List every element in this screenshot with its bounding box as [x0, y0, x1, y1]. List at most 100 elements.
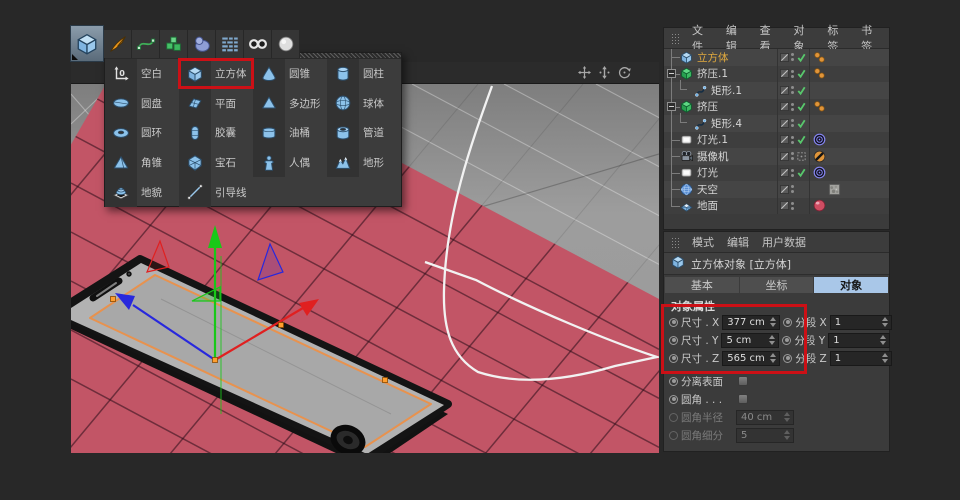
tag-cell[interactable] — [810, 51, 889, 64]
tag-cell[interactable] — [810, 150, 889, 163]
tag-cell[interactable] — [810, 100, 889, 113]
visibility-dots[interactable] — [791, 70, 794, 78]
menu-item-gem[interactable]: 宝石 — [179, 148, 253, 178]
toolbar-metaball-button[interactable] — [188, 30, 216, 58]
object-name[interactable]: 挤压 — [697, 99, 718, 114]
animation-dot[interactable] — [669, 413, 678, 422]
toolbar-simulate-button[interactable] — [272, 30, 300, 58]
visibility-toggles[interactable] — [777, 66, 810, 83]
light-icon[interactable] — [680, 133, 693, 146]
visibility-dots[interactable] — [791, 185, 794, 193]
menu-item-polygon[interactable]: 多边形 — [253, 89, 327, 119]
spline-icon[interactable] — [694, 117, 707, 130]
menu-item-guide[interactable]: 引导线 — [179, 177, 253, 207]
enabled-check-icon[interactable] — [796, 167, 807, 178]
visibility-dots[interactable] — [791, 202, 794, 210]
extrude-icon[interactable] — [680, 67, 693, 80]
object-name[interactable]: 地面 — [697, 198, 718, 213]
extrude-icon[interactable] — [680, 100, 693, 113]
menu-item-tube[interactable]: 管道 — [327, 118, 401, 148]
enabled-check-icon[interactable] — [796, 68, 807, 79]
menu-item[interactable]: 编辑 — [727, 234, 749, 250]
target-tag[interactable] — [813, 133, 826, 146]
camera-icon[interactable] — [680, 150, 693, 163]
object-row[interactable]: 地面 — [664, 198, 889, 215]
texture-tag[interactable] — [828, 183, 841, 196]
layer-swatch-icon[interactable] — [780, 185, 789, 194]
menu-item-cylinder[interactable]: 圆柱 — [327, 59, 401, 89]
tab-inactive[interactable]: 坐标 — [740, 277, 814, 293]
slash-tag[interactable] — [813, 150, 826, 163]
layer-swatch-icon[interactable] — [780, 53, 789, 62]
menu-item-relief[interactable]: 地貌 — [105, 177, 179, 207]
object-name-cell[interactable]: 地面 — [664, 198, 777, 215]
layer-swatch-icon[interactable] — [780, 69, 789, 78]
visibility-toggles[interactable] — [777, 148, 810, 165]
enabled-check-icon[interactable] — [796, 118, 807, 129]
menu-item-plane[interactable]: 平面 — [179, 89, 253, 119]
object-row[interactable]: 挤压 — [664, 99, 889, 116]
phong-tag[interactable] — [813, 100, 826, 113]
tab-inactive[interactable]: 基本 — [665, 277, 739, 293]
tag-cell[interactable] — [810, 199, 889, 212]
menu-item-capsule[interactable]: 胶囊 — [179, 118, 253, 148]
phong-tag[interactable] — [813, 51, 826, 64]
menu-item-pyramid[interactable]: 角锥 — [105, 148, 179, 178]
visibility-dots[interactable] — [791, 103, 794, 111]
toolbar-deformers-button[interactable] — [216, 30, 244, 58]
object-row[interactable]: 立方体 — [664, 49, 889, 66]
object-name-cell[interactable]: 灯光 — [664, 165, 777, 182]
tag-cell[interactable] — [810, 183, 889, 196]
toolbar-spline-pen-button[interactable] — [104, 30, 132, 58]
menu-item-figure[interactable]: 人偶 — [253, 148, 327, 178]
tag-cell[interactable] — [810, 133, 889, 146]
phong-tag[interactable] — [813, 67, 826, 80]
value-input[interactable]: 1 — [828, 333, 890, 348]
visibility-toggles[interactable] — [777, 82, 810, 99]
visibility-toggles[interactable] — [777, 49, 810, 66]
visibility-toggles[interactable] — [777, 132, 810, 149]
object-name-cell[interactable]: 天空 — [664, 181, 777, 198]
rotate-icon[interactable] — [618, 66, 631, 79]
object-name[interactable]: 挤压.1 — [697, 66, 728, 81]
checkbox[interactable] — [738, 394, 748, 404]
visibility-toggles[interactable] — [777, 181, 810, 198]
object-name[interactable]: 灯光 — [697, 165, 718, 180]
object-row[interactable]: 灯光 — [664, 165, 889, 182]
visibility-dots[interactable] — [791, 152, 794, 160]
visibility-dots[interactable] — [791, 136, 794, 144]
visibility-toggles[interactable] — [777, 99, 810, 116]
object-name[interactable]: 天空 — [697, 182, 718, 197]
layer-swatch-icon[interactable] — [780, 201, 789, 210]
animation-dot[interactable] — [669, 377, 678, 386]
light-icon[interactable] — [680, 166, 693, 179]
toolbar-add-primitive-button[interactable] — [70, 25, 104, 62]
menu-item-disc[interactable]: 圆盘 — [105, 89, 179, 119]
object-name[interactable]: 矩形.1 — [711, 83, 742, 98]
object-row[interactable]: 矩形.1 — [664, 82, 889, 99]
stepper[interactable] — [784, 430, 790, 440]
object-name-cell[interactable]: 立方体 — [664, 49, 777, 66]
visibility-toggles[interactable] — [777, 165, 810, 182]
toolbar-spline-tools-button[interactable] — [132, 30, 160, 58]
stepper[interactable] — [880, 335, 886, 345]
visibility-dots[interactable] — [791, 119, 794, 127]
enabled-check-icon[interactable] — [796, 52, 807, 63]
sky-icon[interactable] — [680, 183, 693, 196]
object-name-cell[interactable]: 矩形.1 — [664, 82, 777, 99]
visibility-dots[interactable] — [791, 53, 794, 61]
camera-state-icon[interactable] — [796, 151, 807, 162]
value-input[interactable]: 1 — [830, 315, 892, 330]
tag-cell[interactable] — [810, 67, 889, 80]
spline-icon[interactable] — [694, 84, 707, 97]
panel-grip-icon[interactable] — [671, 237, 681, 248]
stepper[interactable] — [882, 317, 888, 327]
layer-swatch-icon[interactable] — [780, 135, 789, 144]
object-name[interactable]: 矩形.4 — [711, 116, 742, 131]
floor-icon[interactable] — [680, 199, 693, 212]
object-name[interactable]: 灯光.1 — [697, 132, 728, 147]
enabled-check-icon[interactable] — [796, 85, 807, 96]
value-input[interactable]: 5 — [736, 428, 794, 443]
expand-toggle[interactable] — [667, 69, 676, 78]
object-name-cell[interactable]: 灯光.1 — [664, 132, 777, 149]
